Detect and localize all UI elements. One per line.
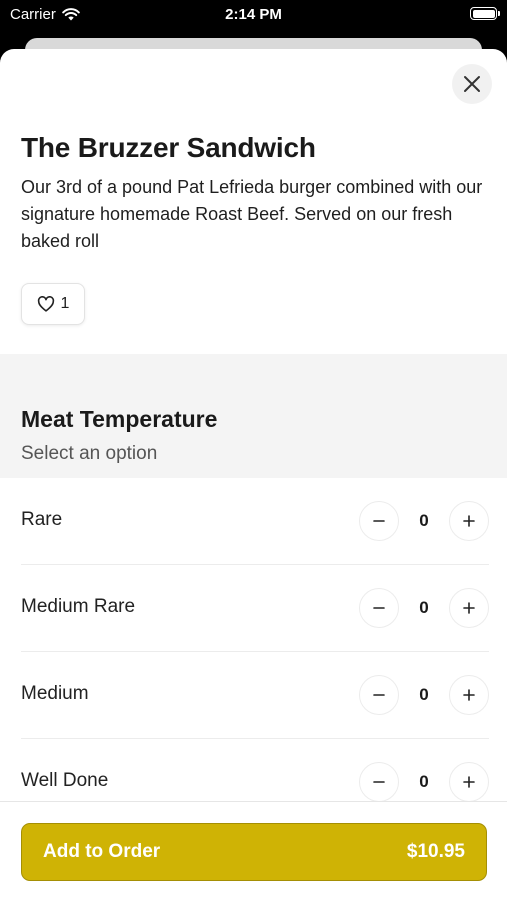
quantity-stepper: 0 — [359, 500, 489, 542]
status-bar: Carrier 2:14 PM — [0, 0, 507, 30]
like-count: 1 — [60, 295, 70, 312]
item-description: Our 3rd of a pound Pat Lefrieda burger c… — [21, 177, 483, 251]
quantity-stepper: 0 — [359, 587, 489, 629]
option-row-medium-rare: Medium Rare 0 — [21, 565, 489, 652]
increment-button[interactable] — [449, 588, 489, 628]
minus-icon — [373, 694, 385, 696]
modifier-group-header: Meat Temperature Select an option — [0, 354, 507, 478]
order-price: $10.95 — [406, 841, 465, 862]
increment-button[interactable] — [449, 762, 489, 802]
status-time: 2:14 PM — [225, 6, 282, 23]
minus-icon — [373, 781, 385, 783]
modifier-group-subtitle: Select an option — [21, 443, 158, 464]
option-list: Rare 0 Medium Rare 0 Medium 0 Well Done … — [0, 478, 507, 826]
add-to-order-button[interactable]: Add to Order $10.95 — [21, 823, 487, 881]
heart-icon — [37, 296, 54, 312]
decrement-button[interactable] — [359, 501, 399, 541]
close-button[interactable] — [452, 64, 492, 104]
decrement-button[interactable] — [359, 675, 399, 715]
plus-icon — [463, 602, 475, 614]
quantity-value: 0 — [419, 598, 429, 617]
quantity-value: 0 — [419, 685, 429, 704]
option-row-rare: Rare 0 — [21, 478, 489, 565]
increment-button[interactable] — [449, 675, 489, 715]
order-footer: Add to Order $10.95 — [0, 801, 507, 900]
option-label: Medium — [21, 683, 89, 704]
like-button[interactable]: 1 — [21, 283, 85, 325]
plus-icon — [463, 776, 475, 788]
quantity-stepper: 0 — [359, 761, 489, 803]
quantity-stepper: 0 — [359, 674, 489, 716]
minus-icon — [373, 520, 385, 522]
increment-button[interactable] — [449, 501, 489, 541]
option-row-medium: Medium 0 — [21, 652, 489, 739]
quantity-value: 0 — [419, 511, 429, 530]
minus-icon — [373, 607, 385, 609]
item-detail-sheet: The Bruzzer Sandwich Our 3rd of a pound … — [0, 49, 507, 900]
add-to-order-label: Add to Order — [43, 841, 161, 862]
close-icon — [464, 76, 480, 92]
option-label: Well Done — [21, 770, 109, 791]
option-label: Rare — [21, 509, 63, 530]
decrement-button[interactable] — [359, 762, 399, 802]
option-label: Medium Rare — [21, 596, 136, 617]
item-title: The Bruzzer Sandwich — [21, 132, 316, 163]
plus-icon — [463, 515, 475, 527]
quantity-value: 0 — [419, 772, 429, 791]
plus-icon — [463, 689, 475, 701]
battery-icon — [470, 7, 500, 20]
modifier-group-title: Meat Temperature — [21, 406, 218, 432]
decrement-button[interactable] — [359, 588, 399, 628]
